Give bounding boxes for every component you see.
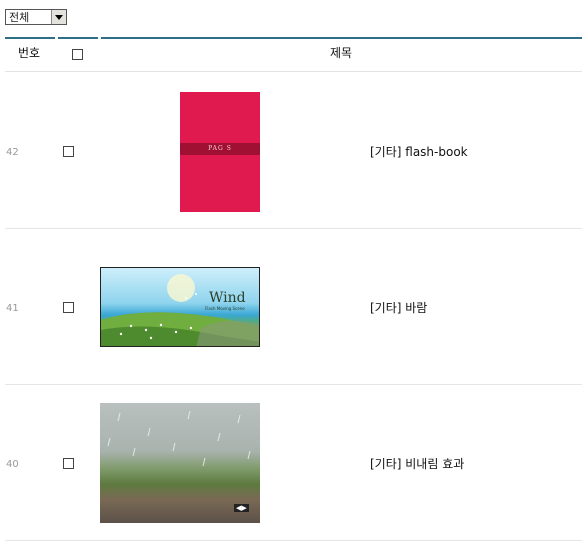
row-divider — [5, 540, 582, 541]
post-title-link[interactable]: [기타] 비내림 효과 — [370, 456, 464, 472]
row-checkbox[interactable] — [63, 302, 74, 313]
category-filter-select[interactable]: 전체 — [5, 9, 67, 25]
thumbnail-text: PAG S — [208, 145, 232, 152]
table-row: 42 PAG S [기타] flash-book — [0, 73, 582, 229]
row-number: 42 — [6, 147, 19, 158]
chevron-down-icon[interactable] — [51, 10, 66, 24]
column-header-number: 번호 — [18, 46, 41, 60]
column-header-title: 제목 — [330, 46, 353, 60]
thumbnail-text: Wind — [209, 290, 246, 306]
table-row: 41 Wind Flash Moving Scene [기타] 바람 — [0, 229, 582, 385]
select-all-checkbox[interactable] — [72, 49, 83, 60]
thumbnail-subtext: Flash Moving Scene — [205, 306, 245, 311]
row-checkbox[interactable] — [63, 458, 74, 469]
category-filter-value: 전체 — [9, 11, 30, 24]
header-divider — [5, 37, 55, 39]
table-row: 40 ◀▶ [기타] 비내림 효과 — [0, 385, 582, 541]
header-divider — [101, 37, 582, 39]
post-thumbnail[interactable]: PAG S — [180, 92, 260, 212]
player-controls-icon: ◀▶ — [234, 504, 249, 512]
post-title-link[interactable]: [기타] 바람 — [370, 300, 427, 316]
post-title-link[interactable]: [기타] flash-book — [370, 144, 468, 160]
row-number: 41 — [6, 303, 19, 314]
row-checkbox[interactable] — [63, 146, 74, 157]
header-bottom-border — [5, 71, 582, 72]
post-thumbnail[interactable]: Wind Flash Moving Scene — [100, 267, 260, 347]
row-number: 40 — [6, 459, 19, 470]
post-thumbnail[interactable]: ◀▶ — [100, 403, 260, 523]
header-divider — [58, 37, 98, 39]
